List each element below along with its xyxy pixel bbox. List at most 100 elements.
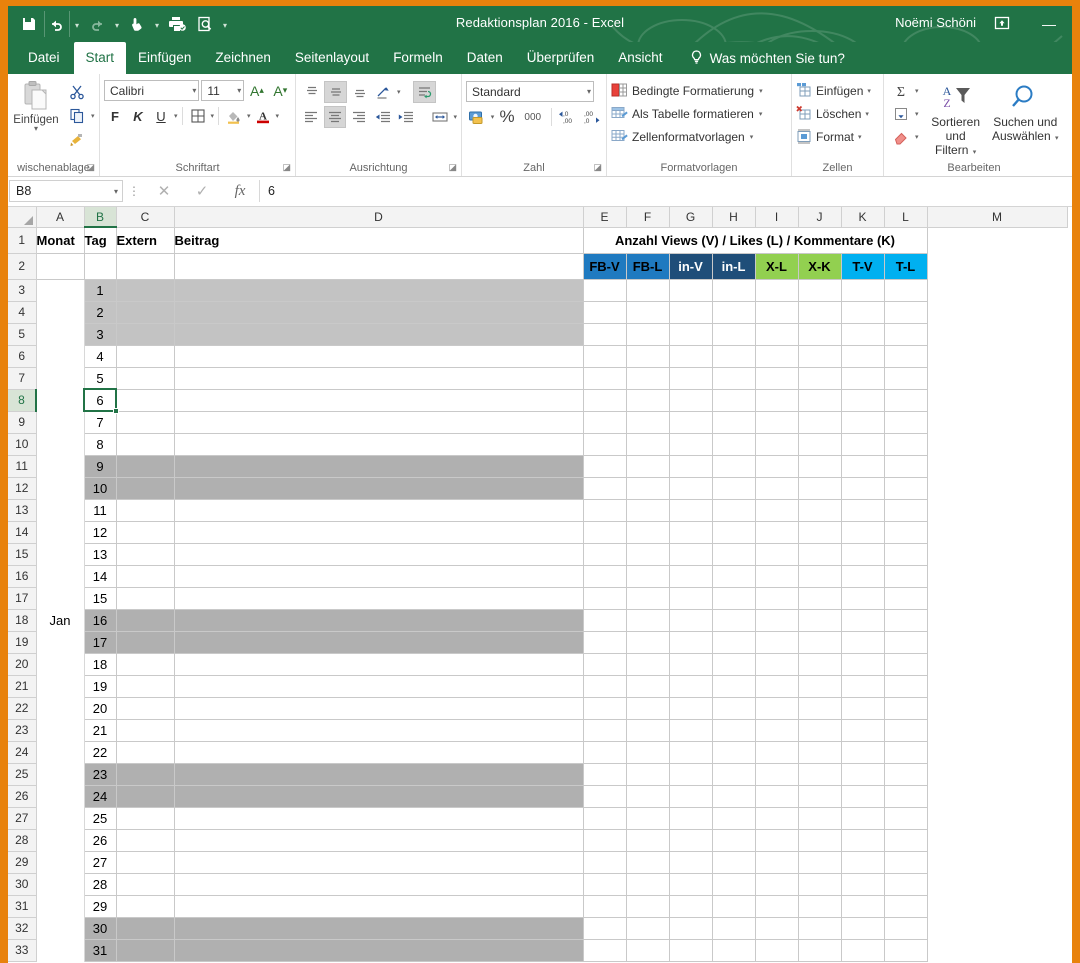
cell-f27[interactable] xyxy=(625,806,670,830)
conditional-formatting-button[interactable]: Bedingte Formatierung ▾ xyxy=(611,80,787,102)
find-select-dropdown-icon[interactable]: ▾ xyxy=(1054,135,1059,142)
cell-m10[interactable] xyxy=(927,433,1067,455)
cell-a12[interactable] xyxy=(35,477,85,499)
cell-c14[interactable] xyxy=(115,520,175,544)
cell-a22[interactable] xyxy=(35,697,85,719)
cell-h31[interactable] xyxy=(711,894,756,918)
cell-a19[interactable] xyxy=(35,631,85,653)
cell-e16[interactable] xyxy=(582,564,627,588)
cell-j3[interactable] xyxy=(797,278,842,302)
paste-dropdown-icon[interactable]: ▾ xyxy=(34,125,38,133)
row-header-29[interactable]: 29 xyxy=(8,851,37,874)
cell-i14[interactable] xyxy=(754,520,799,544)
cell-l14[interactable] xyxy=(883,520,928,544)
orientation-icon[interactable] xyxy=(372,81,395,103)
cell-b5[interactable]: 3 xyxy=(83,322,117,346)
cell-l20[interactable] xyxy=(883,652,928,676)
cell-e1-l1-merged[interactable]: Anzahl Views (V) / Likes (L) / Kommentar… xyxy=(582,226,928,254)
cell-f25[interactable] xyxy=(625,762,670,786)
cell-d29[interactable] xyxy=(173,850,584,874)
cell-g8[interactable] xyxy=(668,388,713,412)
cell-l15[interactable] xyxy=(883,542,928,566)
cell-i2[interactable]: X-L xyxy=(754,252,799,280)
cell-c9[interactable] xyxy=(115,410,175,434)
cell-h29[interactable] xyxy=(711,850,756,874)
row-header-21[interactable]: 21 xyxy=(8,675,37,698)
cell-k17[interactable] xyxy=(840,586,885,610)
cell-k6[interactable] xyxy=(840,344,885,368)
cell-b33[interactable]: 31 xyxy=(83,938,117,962)
cell-b16[interactable]: 14 xyxy=(83,564,117,588)
cell-g27[interactable] xyxy=(668,806,713,830)
cell-f32[interactable] xyxy=(625,916,670,940)
cell-k26[interactable] xyxy=(840,784,885,808)
cell-m3[interactable] xyxy=(927,279,1067,301)
cell-d2[interactable] xyxy=(173,252,584,280)
cell-j21[interactable] xyxy=(797,674,842,698)
cell-a14[interactable] xyxy=(35,521,85,543)
cell-d30[interactable] xyxy=(173,872,584,896)
bold-button[interactable]: F xyxy=(104,105,126,127)
row-header-22[interactable]: 22 xyxy=(8,697,37,720)
cell-f17[interactable] xyxy=(625,586,670,610)
cell-d26[interactable] xyxy=(173,784,584,808)
find-and-select-button[interactable]: Suchen und Auswählen ▾ xyxy=(990,80,1060,160)
cell-k28[interactable] xyxy=(840,828,885,852)
cell-m22[interactable] xyxy=(927,697,1067,719)
row-header-2[interactable]: 2 xyxy=(8,253,37,280)
cell-g11[interactable] xyxy=(668,454,713,478)
cell-a16[interactable] xyxy=(35,565,85,587)
row-header-24[interactable]: 24 xyxy=(8,741,37,764)
cell-d27[interactable] xyxy=(173,806,584,830)
cell-f22[interactable] xyxy=(625,696,670,720)
row-header-25[interactable]: 25 xyxy=(8,763,37,786)
cell-b6[interactable]: 4 xyxy=(83,344,117,368)
format-painter-icon[interactable] xyxy=(64,129,90,151)
cell-d4[interactable] xyxy=(173,300,584,324)
cell-c21[interactable] xyxy=(115,674,175,698)
cell-k10[interactable] xyxy=(840,432,885,456)
cell-a21[interactable] xyxy=(35,675,85,697)
cell-m15[interactable] xyxy=(927,543,1067,565)
cell-b13[interactable]: 11 xyxy=(83,498,117,522)
cell-f5[interactable] xyxy=(625,322,670,346)
row-header-3[interactable]: 3 xyxy=(8,279,37,302)
row-header-30[interactable]: 30 xyxy=(8,873,37,896)
cell-l28[interactable] xyxy=(883,828,928,852)
cell-b8[interactable]: 6 xyxy=(83,388,119,414)
cell-b12[interactable]: 10 xyxy=(83,476,117,500)
font-color-icon[interactable]: A xyxy=(252,105,274,127)
cell-m29[interactable] xyxy=(927,851,1067,873)
borders-icon[interactable] xyxy=(187,105,209,127)
cell-j27[interactable] xyxy=(797,806,842,830)
cell-b15[interactable]: 13 xyxy=(83,542,117,566)
cell-m31[interactable] xyxy=(927,895,1067,917)
cell-f13[interactable] xyxy=(625,498,670,522)
cell-m1[interactable] xyxy=(927,227,1067,253)
cell-e25[interactable] xyxy=(582,762,627,786)
copy-icon[interactable] xyxy=(64,105,90,127)
cell-j20[interactable] xyxy=(797,652,842,676)
cell-d6[interactable] xyxy=(173,344,584,368)
row-header-18[interactable]: 18 xyxy=(8,609,37,632)
cell-i21[interactable] xyxy=(754,674,799,698)
cell-f23[interactable] xyxy=(625,718,670,742)
fill-down-icon[interactable] xyxy=(888,103,914,125)
row-header-13[interactable]: 13 xyxy=(8,499,37,522)
cell-b2[interactable] xyxy=(83,252,117,280)
cell-e24[interactable] xyxy=(582,740,627,764)
format-cells-button[interactable]: Format ▾ xyxy=(796,126,879,148)
ribbon-display-options-icon[interactable] xyxy=(992,13,1014,35)
cell-e22[interactable] xyxy=(582,696,627,720)
cell-e9[interactable] xyxy=(582,410,627,434)
cell-f24[interactable] xyxy=(625,740,670,764)
cell-i7[interactable] xyxy=(754,366,799,390)
cell-h15[interactable] xyxy=(711,542,756,566)
cell-i26[interactable] xyxy=(754,784,799,808)
cell-b14[interactable]: 12 xyxy=(83,520,117,544)
cell-l10[interactable] xyxy=(883,432,928,456)
cell-e31[interactable] xyxy=(582,894,627,918)
cell-c26[interactable] xyxy=(115,784,175,808)
minimize-button[interactable]: — xyxy=(1034,13,1064,35)
tab-datei[interactable]: Datei xyxy=(14,42,74,74)
